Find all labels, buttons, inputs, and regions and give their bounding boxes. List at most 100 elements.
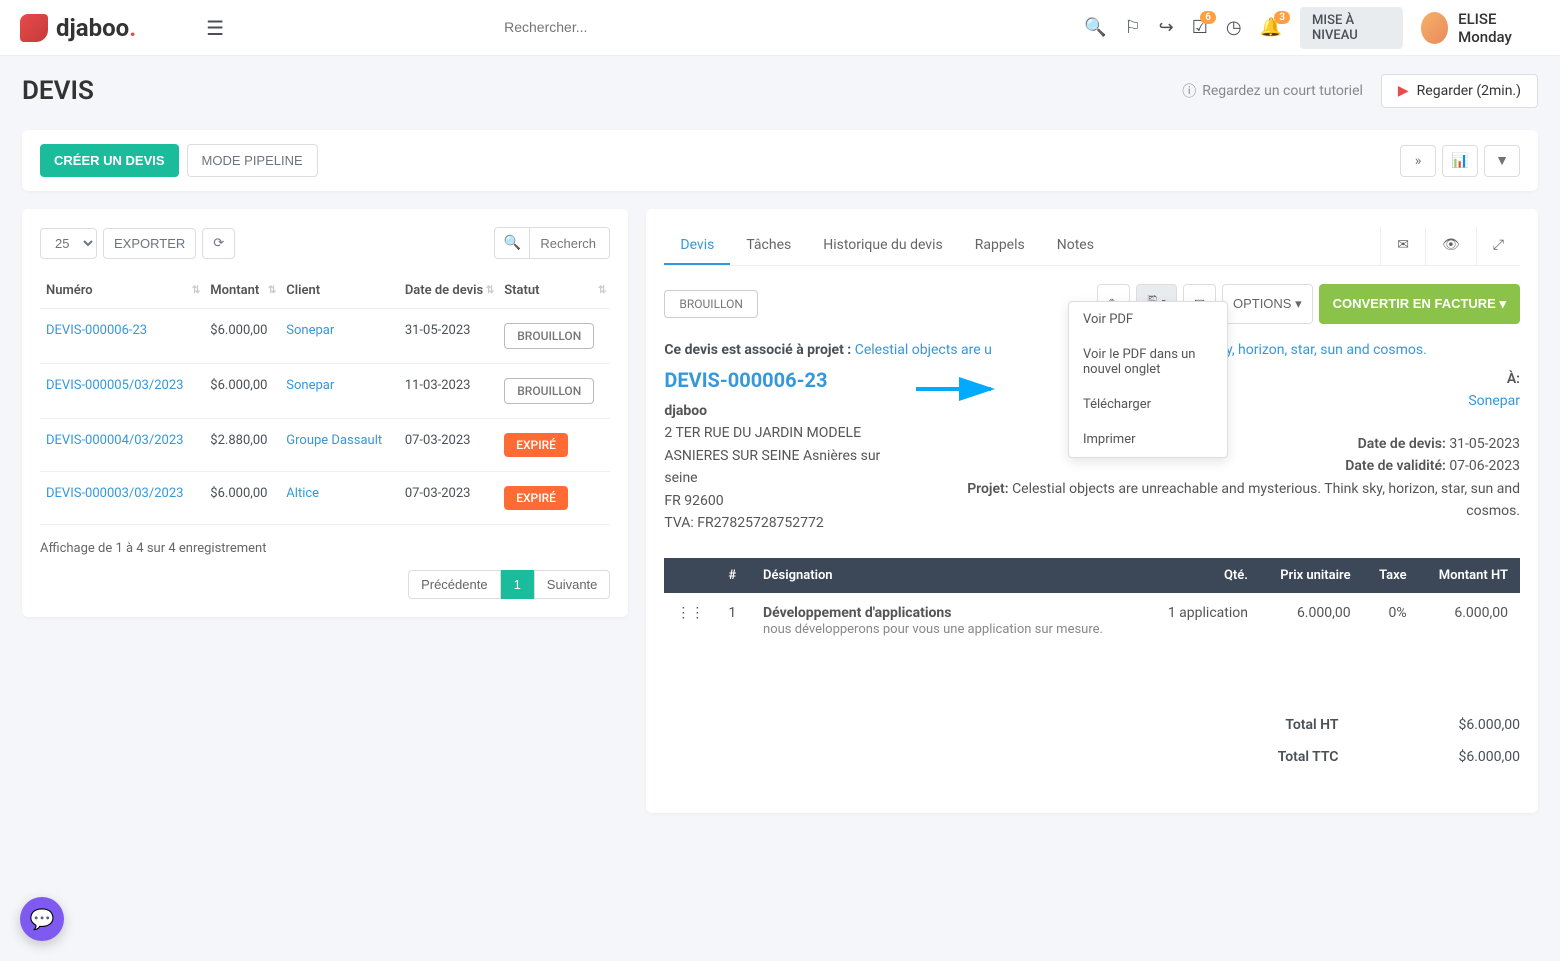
- client-link[interactable]: Altice: [286, 486, 319, 501]
- dropdown-voir-pdf[interactable]: Voir PDF: [1069, 302, 1227, 337]
- devis-link[interactable]: DEVIS-000005/03/2023: [46, 378, 183, 393]
- refresh-button[interactable]: ⟳: [202, 228, 235, 259]
- dropdown-nouvel-onglet[interactable]: Voir le PDF dans un nouvel onglet: [1069, 337, 1227, 387]
- page-size-select[interactable]: 25: [40, 228, 97, 259]
- detail-tabs: Devis Tâches Historique du devis Rappels…: [664, 227, 1520, 266]
- clock-icon[interactable]: ◷: [1226, 17, 1242, 38]
- info-icon: ⓘ: [1182, 81, 1196, 101]
- table-row[interactable]: DEVIS-000006-23 $6.000,00 Sonepar 31-05-…: [40, 309, 610, 364]
- panel-right-icons: » 📊 ▼: [1400, 145, 1520, 177]
- tasks-icon[interactable]: ☑6: [1192, 17, 1208, 38]
- collapse-icon[interactable]: »: [1400, 145, 1436, 177]
- expand-tab-icon[interactable]: ⤢: [1476, 227, 1520, 265]
- watch-button[interactable]: ▶ Regarder (2min.): [1381, 74, 1538, 108]
- client-link[interactable]: Sonepar: [286, 378, 334, 393]
- upgrade-button[interactable]: MISE À NIVEAU: [1300, 7, 1403, 49]
- chart-icon[interactable]: 📊: [1442, 145, 1478, 177]
- col-date[interactable]: Date de devis⇅: [399, 273, 498, 309]
- table-controls: 25 EXPORTER ⟳ 🔍: [40, 227, 610, 259]
- client-link[interactable]: Sonepar: [286, 323, 334, 338]
- cell-date: 11-03-2023: [399, 364, 498, 419]
- filter-icon[interactable]: ▼: [1484, 145, 1520, 177]
- table-search-input[interactable]: [530, 227, 610, 259]
- col-num: #: [716, 558, 751, 593]
- convert-button[interactable]: CONVERTIR EN FACTURE ▾: [1319, 284, 1520, 324]
- avatar: [1421, 12, 1448, 44]
- chat-bubble[interactable]: 💬: [20, 897, 64, 941]
- item-montant: 6.000,00: [1419, 593, 1520, 649]
- page-head: DEVIS ⓘ Regardez un court tutoriel ▶ Reg…: [22, 74, 1538, 108]
- user-menu[interactable]: ELISE Monday: [1421, 10, 1540, 46]
- flag-icon[interactable]: ⚐: [1125, 17, 1141, 38]
- table-search-icon[interactable]: 🔍: [494, 227, 530, 259]
- page-1-button[interactable]: 1: [501, 570, 534, 599]
- table-search: 🔍: [494, 227, 610, 259]
- sort-icon: ⇅: [598, 285, 606, 296]
- create-devis-button[interactable]: CRÉER UN DEVIS: [40, 144, 179, 177]
- status-badge: EXPIRÉ: [504, 433, 568, 457]
- search-icon[interactable]: 🔍: [1084, 17, 1106, 38]
- status-badge: BROUILLON: [504, 323, 594, 349]
- col-montant[interactable]: Montant⇅: [204, 273, 280, 309]
- devis-number: DEVIS-000006-23: [664, 368, 915, 392]
- dropdown-telecharger[interactable]: Télécharger: [1069, 387, 1227, 422]
- tab-notes[interactable]: Notes: [1041, 227, 1110, 265]
- status-badge: EXPIRÉ: [504, 486, 568, 510]
- share-icon[interactable]: ↪: [1159, 17, 1174, 38]
- user-name: ELISE Monday: [1458, 10, 1540, 46]
- cell-montant: $2.880,00: [204, 419, 280, 472]
- tab-taches[interactable]: Tâches: [730, 227, 807, 265]
- mail-tab-icon[interactable]: ✉: [1380, 227, 1425, 265]
- devis-link[interactable]: DEVIS-000006-23: [46, 323, 147, 338]
- table-row[interactable]: DEVIS-000005/03/2023 $6.000,00 Sonepar 1…: [40, 364, 610, 419]
- page-container: DEVIS ⓘ Regardez un court tutoriel ▶ Reg…: [0, 56, 1560, 831]
- tab-devis[interactable]: Devis: [664, 227, 730, 265]
- options-button[interactable]: OPTIONS ▾: [1222, 284, 1313, 324]
- total-ttc-label: Total TTC: [1278, 749, 1339, 765]
- cell-montant: $6.000,00: [204, 364, 280, 419]
- pdf-dropdown-menu: Voir PDF Voir le PDF dans un nouvel ongl…: [1068, 301, 1228, 458]
- col-montant: Montant HT: [1419, 558, 1520, 593]
- col-statut[interactable]: Statut⇅: [498, 273, 610, 309]
- table-row[interactable]: DEVIS-000004/03/2023 $2.880,00 Groupe Da…: [40, 419, 610, 472]
- sort-icon: ⇅: [486, 285, 494, 296]
- devis-link[interactable]: DEVIS-000004/03/2023: [46, 433, 183, 448]
- company-block: DEVIS-000006-23 djaboo 2 TER RUE DU JARD…: [664, 368, 915, 534]
- col-taxe: Taxe: [1363, 558, 1419, 593]
- sort-icon: ⇅: [192, 285, 200, 296]
- tutorial-link[interactable]: ⓘ Regardez un court tutoriel: [1182, 81, 1363, 101]
- item-desig: Développement d'applicationsnous dévelop…: [751, 593, 1147, 649]
- tab-historique[interactable]: Historique du devis: [807, 227, 959, 265]
- item-qte: 1 application: [1147, 593, 1260, 649]
- client-link[interactable]: Groupe Dassault: [286, 433, 382, 448]
- bell-icon[interactable]: 🔔3: [1260, 17, 1282, 38]
- col-numero[interactable]: Numéro⇅: [40, 273, 204, 309]
- watch-label: Regarder (2min.): [1417, 83, 1521, 99]
- tab-rappels[interactable]: Rappels: [959, 227, 1041, 265]
- menu-toggle-icon[interactable]: ☰: [206, 16, 224, 40]
- search-input[interactable]: [504, 19, 804, 35]
- dropdown-imprimer[interactable]: Imprimer: [1069, 422, 1227, 457]
- next-button[interactable]: Suivante: [534, 570, 611, 599]
- client-link[interactable]: Sonepar: [1468, 393, 1520, 409]
- sort-icon: ⇅: [268, 285, 276, 296]
- brand-dot: .: [129, 14, 136, 42]
- pipeline-mode-button[interactable]: MODE PIPELINE: [187, 144, 318, 177]
- date-label: Date de devis:: [1358, 436, 1446, 452]
- col-client[interactable]: Client: [280, 273, 399, 309]
- table-row[interactable]: DEVIS-000003/03/2023 $6.000,00 Altice 07…: [40, 472, 610, 525]
- total-ht-label: Total HT: [1285, 717, 1338, 733]
- page-title: DEVIS: [22, 76, 94, 106]
- table-footer-info: Affichage de 1 à 4 sur 4 enregistrement: [40, 541, 610, 556]
- project-link[interactable]: Celestial objects are u: [855, 342, 992, 358]
- total-ht-row: Total HT $6.000,00: [664, 709, 1520, 741]
- total-ttc-row: Total TTC $6.000,00: [664, 741, 1520, 773]
- eye-tab-icon[interactable]: 👁: [1425, 227, 1476, 265]
- prev-button[interactable]: Précédente: [408, 570, 501, 599]
- export-button[interactable]: EXPORTER: [103, 228, 196, 259]
- tab-icon-group: ✉ 👁 ⤢: [1380, 227, 1520, 265]
- devis-table: Numéro⇅ Montant⇅ Client Date de devis⇅ S…: [40, 273, 610, 525]
- drag-handle-icon[interactable]: ⋮⋮: [664, 593, 716, 649]
- brand-logo[interactable]: djaboo.: [20, 14, 136, 42]
- devis-link[interactable]: DEVIS-000003/03/2023: [46, 486, 183, 501]
